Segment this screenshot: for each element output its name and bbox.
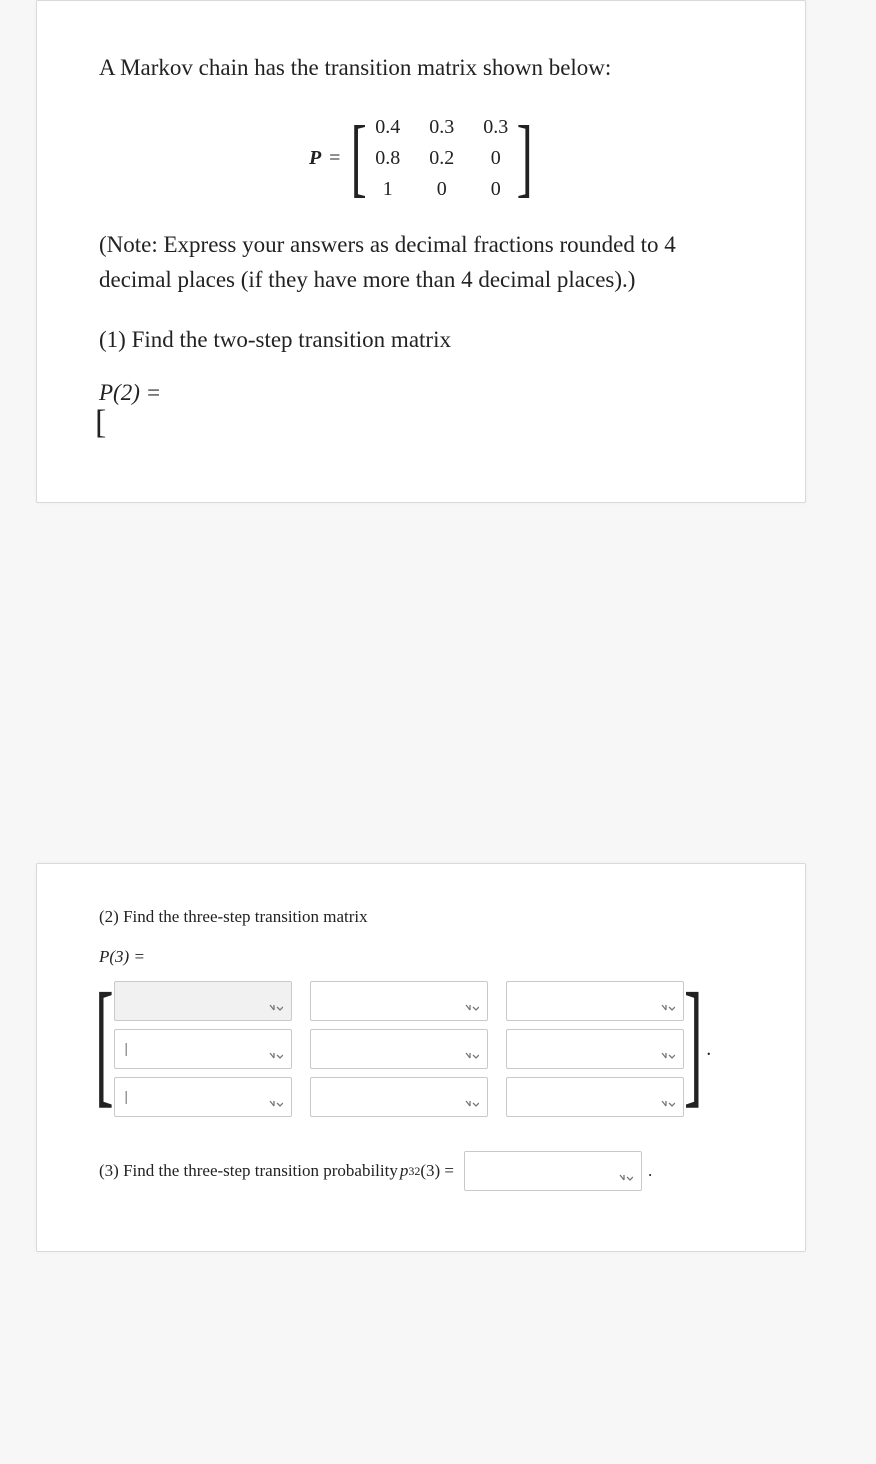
intro-text: A Markov chain has the transition matrix… <box>99 51 743 84</box>
matrix-input-cell[interactable] <box>506 1077 684 1117</box>
matrix-input-cell[interactable]: | <box>114 1029 292 1069</box>
caret-icon <box>465 1100 479 1110</box>
matrix-cell: 0.4 <box>374 116 402 139</box>
matrix-input-cell[interactable] <box>310 1077 488 1117</box>
question-3-row: (3) Find the three-step transition proba… <box>99 1151 743 1191</box>
p2-label-text: P(2) = <box>99 380 161 405</box>
caret-icon <box>661 1004 675 1014</box>
left-bracket-icon: [ <box>95 973 114 1117</box>
matrix-cell: 0.3 <box>482 116 510 139</box>
p-subscript: 32 <box>408 1164 420 1179</box>
right-bracket-icon: ] <box>684 973 703 1117</box>
period: . <box>706 1038 711 1061</box>
matrix-input-cell[interactable]: | <box>114 1077 292 1117</box>
left-bracket-icon: [ <box>351 114 367 202</box>
matrix-cell: 0.2 <box>428 147 456 170</box>
cell-value: | <box>125 1089 128 1106</box>
caret-icon <box>465 1004 479 1014</box>
cell-value: | <box>125 1041 128 1058</box>
question-card-bottom: (2) Find the three-step transition matri… <box>36 863 806 1253</box>
p3-label-text: P(3) = <box>99 947 145 966</box>
equals-sign: = <box>329 147 340 170</box>
period: . <box>648 1161 652 1181</box>
p32-input-cell[interactable] <box>464 1151 642 1191</box>
matrix-grid: 0.4 0.3 0.3 0.8 0.2 0 1 0 0 <box>368 116 516 201</box>
p3-label: P(3) = <box>99 947 743 967</box>
question-3-prefix: (3) Find the three-step transition proba… <box>99 1161 398 1181</box>
caret-icon <box>661 1052 675 1062</box>
caret-icon <box>269 1100 283 1110</box>
caret-icon <box>661 1100 675 1110</box>
right-bracket-icon: ] <box>516 114 532 202</box>
p2-label: P(2) = <box>99 380 743 406</box>
matrix-cell: 0.3 <box>428 116 456 139</box>
matrix-input-cell[interactable] <box>506 1029 684 1069</box>
note-text: (Note: Express your answers as decimal f… <box>99 228 743 297</box>
caret-icon <box>619 1174 633 1184</box>
matrix-input-cell[interactable] <box>310 981 488 1021</box>
question-card-top: A Markov chain has the transition matrix… <box>36 0 806 503</box>
p3-matrix-input: [ | <box>99 977 743 1121</box>
caret-icon <box>269 1004 283 1014</box>
p3-input-grid: | | <box>110 977 688 1121</box>
matrix-P-display: P = [ 0.4 0.3 0.3 0.8 0.2 0 1 0 0 ] <box>99 114 743 202</box>
p-arg: (3) = <box>420 1161 454 1181</box>
matrix-label: P <box>309 147 321 170</box>
question-1-text: (1) Find the two-step transition matrix <box>99 323 743 358</box>
p2-open-bracket: [ <box>95 404 743 442</box>
matrix-cell: 0.8 <box>374 147 402 170</box>
caret-icon <box>269 1052 283 1062</box>
matrix-input-cell[interactable] <box>506 981 684 1021</box>
matrix-input-cell[interactable] <box>310 1029 488 1069</box>
matrix-cell: 0 <box>482 147 510 170</box>
matrix-cell: 0 <box>428 178 456 201</box>
p-symbol: p <box>400 1161 409 1181</box>
question-2-text: (2) Find the three-step transition matri… <box>99 904 743 930</box>
matrix-input-cell[interactable] <box>114 981 292 1021</box>
caret-icon <box>465 1052 479 1062</box>
matrix-cell: 1 <box>374 178 402 201</box>
matrix-cell: 0 <box>482 178 510 201</box>
